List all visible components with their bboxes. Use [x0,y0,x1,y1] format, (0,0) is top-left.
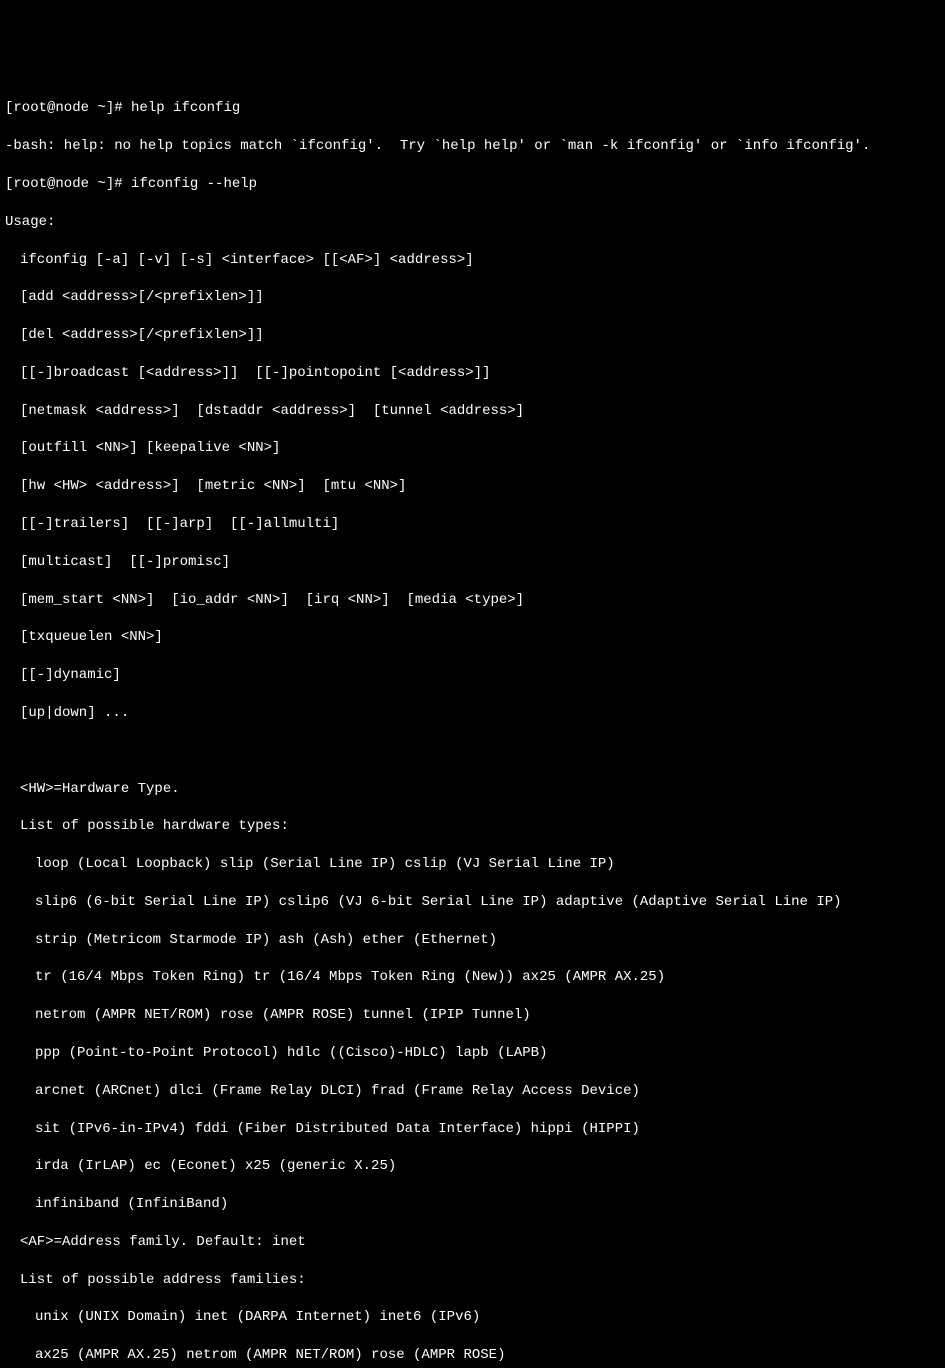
hw-type-line: sit (IPv6-in-IPv4) fddi (Fiber Distribut… [5,1120,940,1139]
command-text: ifconfig --help [131,176,257,192]
usage-header: Usage: [5,213,940,232]
usage-line: [txqueuelen <NN>] [5,628,940,647]
command-text: help ifconfig [131,100,240,116]
usage-line: [up|down] ... [5,704,940,723]
hw-type-line: infiniband (InfiniBand) [5,1195,940,1214]
error-message: -bash: help: no help topics match `ifcon… [5,137,940,156]
prompt-line-2: [root@node ~]# ifconfig --help [5,175,940,194]
prompt-line-1: [root@node ~]# help ifconfig [5,99,940,118]
hw-type-line: slip6 (6-bit Serial Line IP) cslip6 (VJ … [5,893,940,912]
hw-type-line: irda (IrLAP) ec (Econet) x25 (generic X.… [5,1157,940,1176]
shell-prompt: [root@node ~]# [5,100,131,116]
hw-type-line: netrom (AMPR NET/ROM) rose (AMPR ROSE) t… [5,1006,940,1025]
terminal-output: [root@node ~]# help ifconfig -bash: help… [5,81,940,1368]
usage-line: [[-]dynamic] [5,666,940,685]
af-line: ax25 (AMPR AX.25) netrom (AMPR NET/ROM) … [5,1346,940,1365]
af-list-header: List of possible address families: [5,1271,940,1290]
af-header: <AF>=Address family. Default: inet [5,1233,940,1252]
hw-type-line: ppp (Point-to-Point Protocol) hdlc ((Cis… [5,1044,940,1063]
hw-list-header: List of possible hardware types: [5,817,940,836]
usage-line: [hw <HW> <address>] [metric <NN>] [mtu <… [5,477,940,496]
shell-prompt: [root@node ~]# [5,176,131,192]
usage-line: [outfill <NN>] [keepalive <NN>] [5,439,940,458]
hw-type-line: loop (Local Loopback) slip (Serial Line … [5,855,940,874]
blank-line [5,742,940,761]
usage-line: [del <address>[/<prefixlen>]] [5,326,940,345]
usage-line: [netmask <address>] [dstaddr <address>] … [5,402,940,421]
usage-line: [mem_start <NN>] [io_addr <NN>] [irq <NN… [5,591,940,610]
hw-type-line: arcnet (ARCnet) dlci (Frame Relay DLCI) … [5,1082,940,1101]
usage-line: [[-]trailers] [[-]arp] [[-]allmulti] [5,515,940,534]
hw-type-line: tr (16/4 Mbps Token Ring) tr (16/4 Mbps … [5,968,940,987]
usage-line: [multicast] [[-]promisc] [5,553,940,572]
hw-type-line: strip (Metricom Starmode IP) ash (Ash) e… [5,931,940,950]
af-line: unix (UNIX Domain) inet (DARPA Internet)… [5,1308,940,1327]
usage-line: [[-]broadcast [<address>]] [[-]pointopoi… [5,364,940,383]
usage-line: [add <address>[/<prefixlen>]] [5,288,940,307]
hw-header: <HW>=Hardware Type. [5,780,940,799]
usage-line: ifconfig [-a] [-v] [-s] <interface> [[<A… [5,251,940,270]
